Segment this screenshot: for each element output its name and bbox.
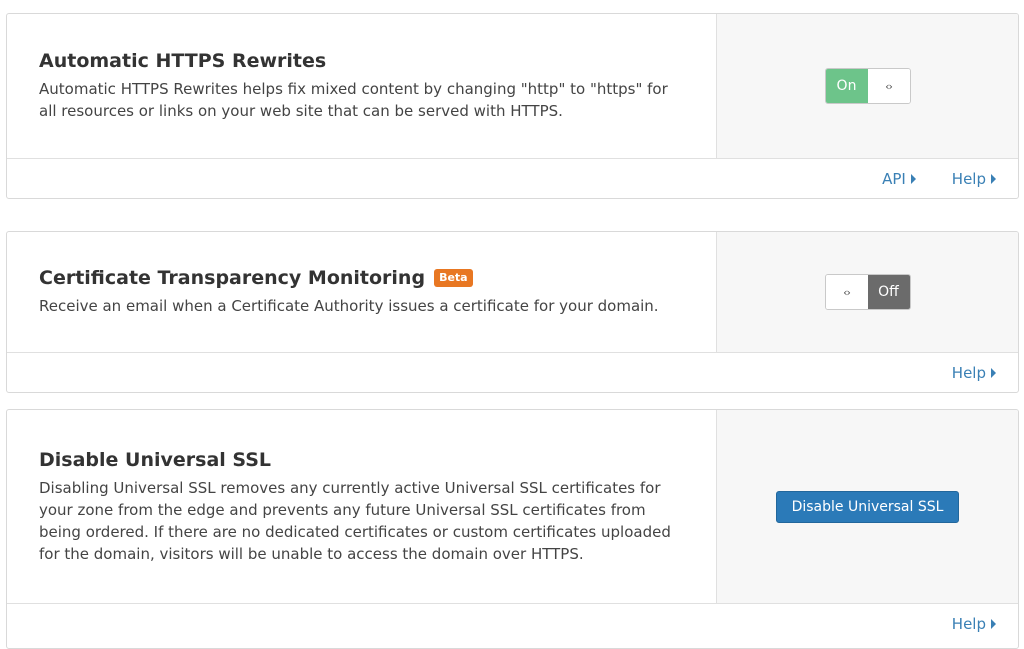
arrows-left-right-icon: ‹› [867,69,910,103]
card-certificate-transparency-monitoring: Certificate Transparency Monitoring Beta… [6,231,1019,393]
card-main: Automatic HTTPS Rewrites Automatic HTTPS… [7,14,716,158]
arrows-left-right-icon: ‹› [825,275,868,309]
card-control-panel: Disable Universal SSL [716,410,1018,603]
caret-right-icon [991,368,996,378]
toggle-off-label: Off [867,275,910,309]
card-main: Certificate Transparency Monitoring Beta… [7,232,716,352]
card-disable-universal-ssl: Disable Universal SSL Disabling Universa… [6,409,1019,649]
card-main: Disable Universal SSL Disabling Universa… [7,410,716,603]
title-text: Disable Universal SSL [39,448,272,471]
card-title: Certificate Transparency Monitoring Beta [39,267,684,289]
help-link-label: Help [951,170,986,188]
ct-monitoring-toggle[interactable]: ‹› Off [824,274,911,310]
help-link[interactable]: Help [952,170,996,188]
caret-right-icon [991,174,996,184]
card-title: Automatic HTTPS Rewrites [39,50,684,72]
https-rewrites-toggle[interactable]: On ‹› [824,68,911,104]
toggle-on-label: On [825,69,868,103]
api-link[interactable]: API [882,170,916,188]
help-link[interactable]: Help [952,364,996,382]
card-description: Receive an email when a Certificate Auth… [39,297,659,315]
title-text: Certificate Transparency Monitoring [39,267,426,289]
help-link-label: Help [951,364,986,382]
help-link-label: Help [951,615,986,633]
card-description: Disabling Universal SSL removes any curr… [39,478,671,563]
disable-universal-ssl-button[interactable]: Disable Universal SSL [775,490,960,523]
title-text: Automatic HTTPS Rewrites [39,50,327,72]
card-control-panel: On ‹› [716,14,1018,158]
beta-badge: Beta [434,269,473,287]
api-link-label: API [882,170,906,188]
card-description: Automatic HTTPS Rewrites helps fix mixed… [39,80,668,120]
card-title: Disable Universal SSL [39,449,684,471]
card-footer: Help [7,604,1018,644]
card-control-panel: ‹› Off [716,232,1018,352]
card-footer: Help [7,353,1018,392]
help-link[interactable]: Help [952,615,996,633]
caret-right-icon [910,174,916,184]
caret-right-icon [991,619,996,629]
card-automatic-https-rewrites: Automatic HTTPS Rewrites Automatic HTTPS… [6,13,1019,199]
card-footer: API Help [7,159,1018,198]
